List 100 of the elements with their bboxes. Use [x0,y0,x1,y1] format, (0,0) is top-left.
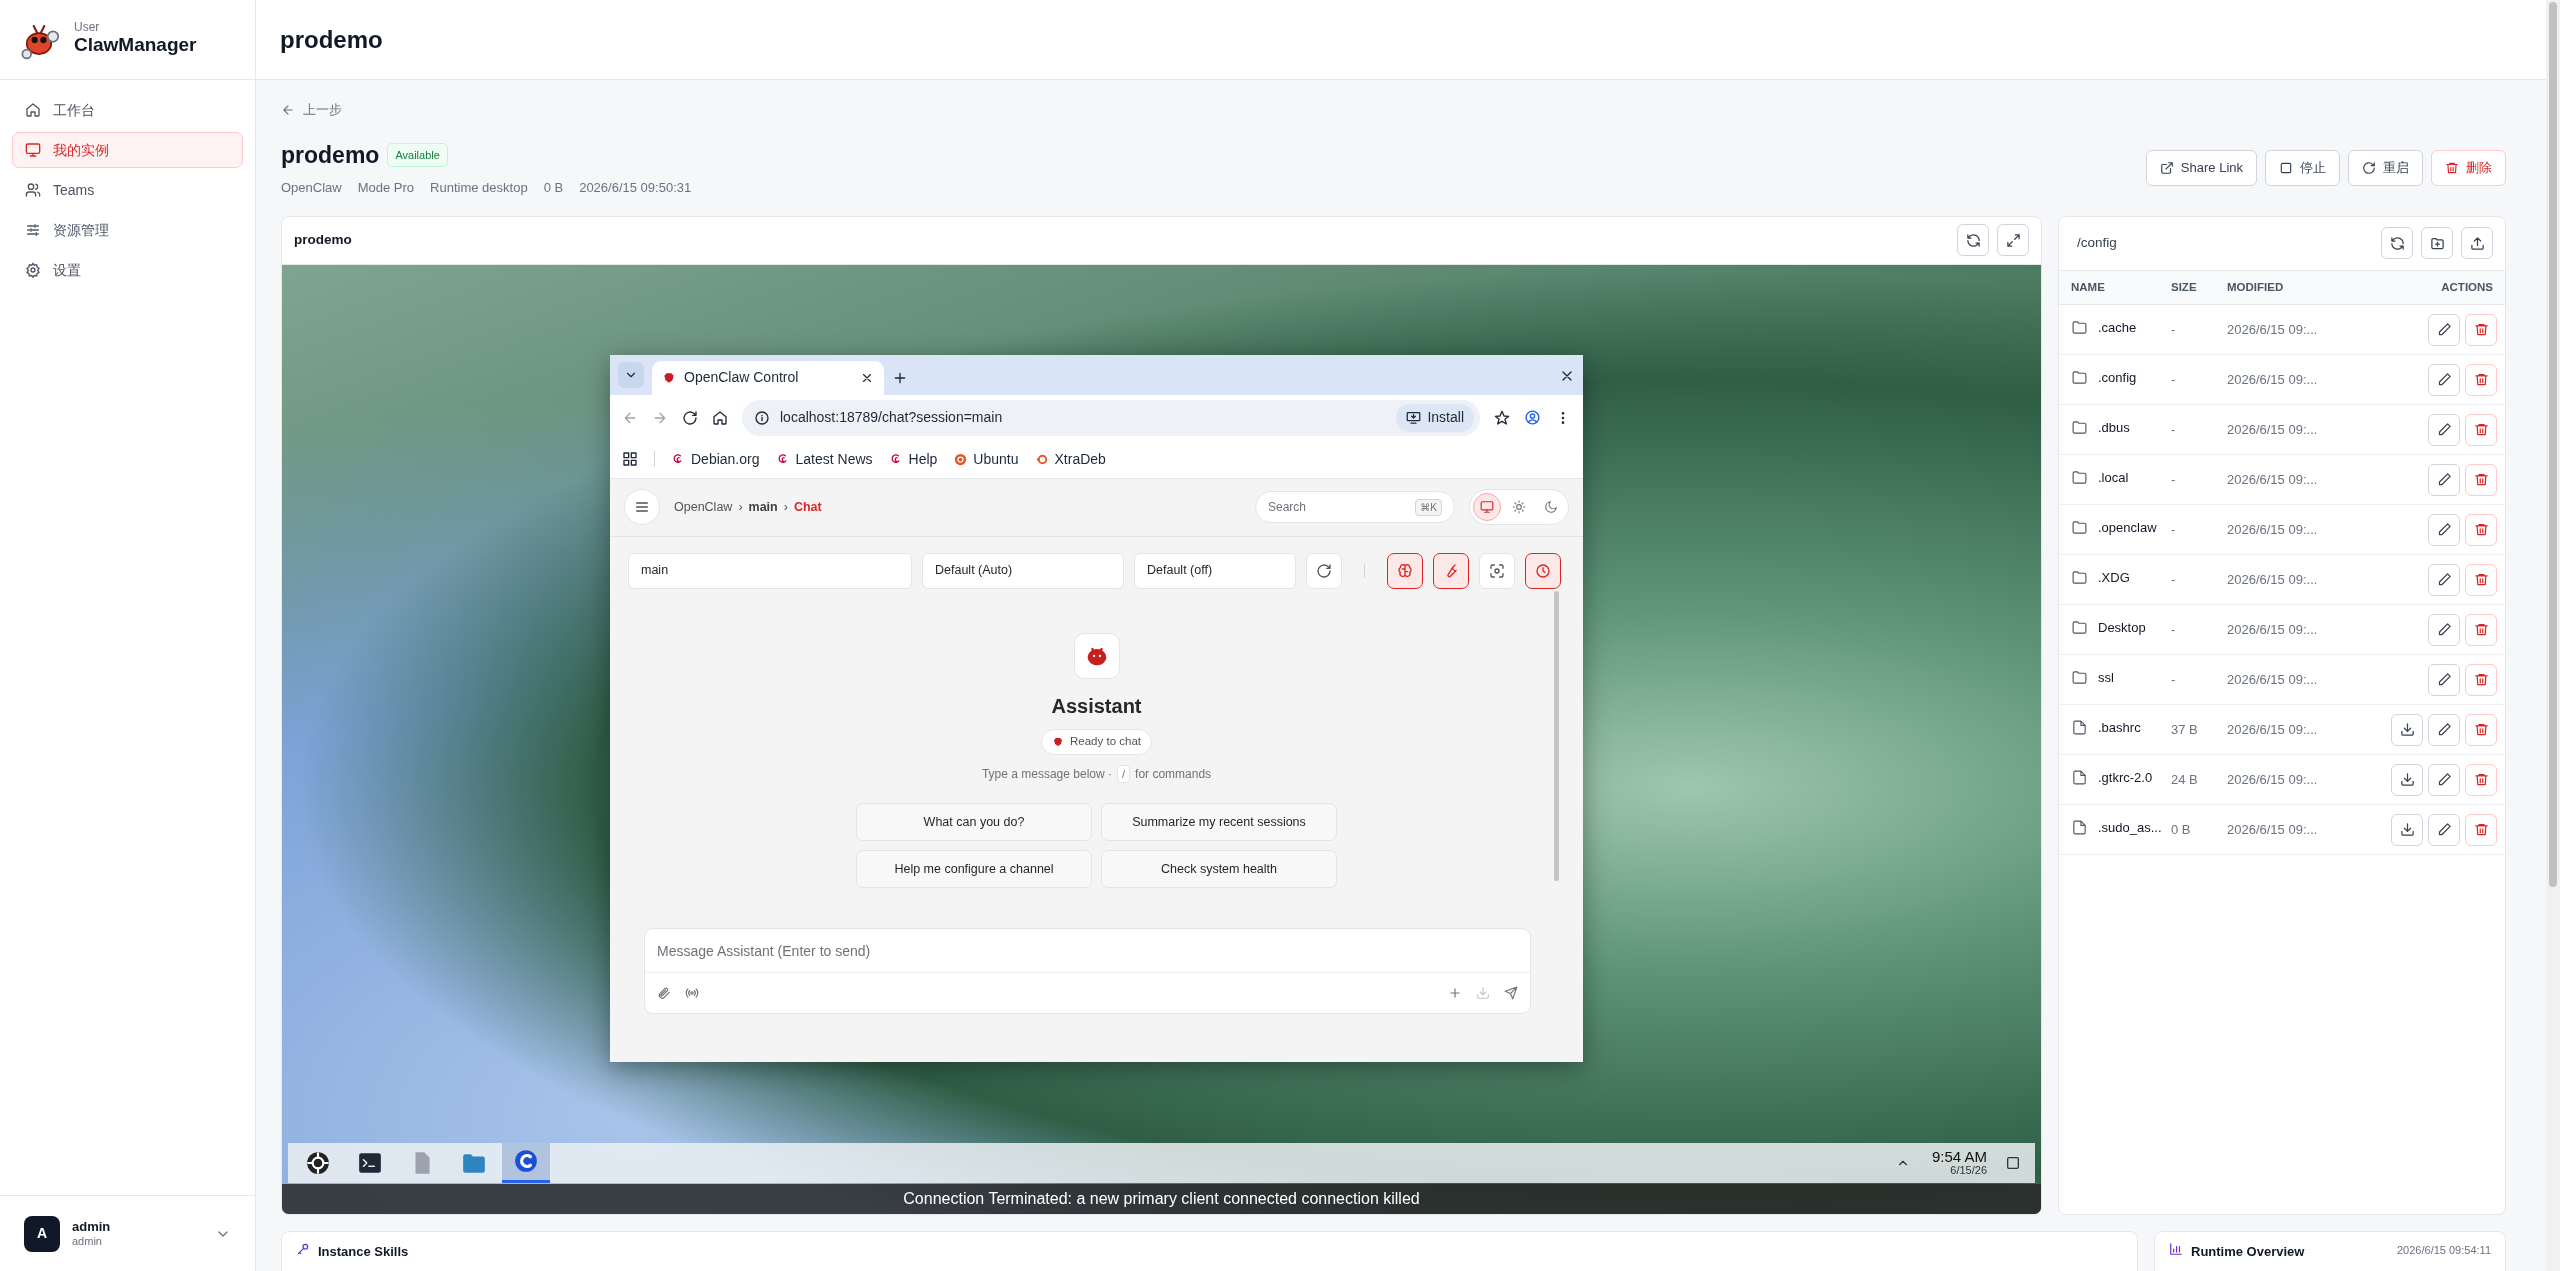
menu-button[interactable] [624,489,660,525]
sidebar-item[interactable]: 工作台 [12,92,243,128]
column-header: SIZE [2171,270,2227,305]
search-field[interactable]: Search ⌘K [1255,491,1455,523]
upload-button[interactable] [2461,227,2493,259]
rename-button[interactable] [2428,363,2460,396]
browser-tab[interactable]: OpenClaw Control [652,360,884,395]
download-button[interactable] [2391,813,2423,846]
share-button[interactable]: Share Link [2145,149,2257,186]
refresh-button[interactable] [1957,224,1989,256]
delete-button[interactable] [2465,663,2497,696]
file-name: .local [2098,468,2129,487]
bookmark-link[interactable]: Help [888,448,938,470]
file-size: - [2171,571,2176,587]
message-composer[interactable]: Message Assistant (Enter to send) [644,928,1531,1014]
rename-button[interactable] [2428,563,2460,596]
restart-button[interactable]: 重启 [2348,149,2423,186]
slash-key: / [1117,764,1131,783]
delete-button[interactable] [2465,763,2497,796]
theme-toggle[interactable] [1473,493,1501,521]
rename-button[interactable] [2428,513,2460,546]
tool-toggle[interactable] [1387,552,1423,589]
star-icon [1494,409,1510,426]
delete-button[interactable]: 删除 [2431,149,2506,186]
key-icon [296,1241,310,1256]
file-name: .config [2098,368,2137,387]
brain-icon [1397,562,1413,579]
bookmark-link[interactable]: XtraDeb [1034,448,1106,470]
refresh-icon [2389,235,2405,251]
instance-meta: 2026/6/15 09:50:31 [579,179,692,197]
pencil-icon [2436,822,2452,837]
new-folder-button[interactable] [2421,227,2453,259]
apps-button[interactable] [622,451,638,467]
sliders-icon [25,222,41,238]
taskbar-app[interactable] [502,1142,550,1183]
suggestion-button[interactable]: Help me configure a channel [856,850,1092,888]
bookmark-link[interactable]: Debian.org [671,448,760,470]
suggestion-button[interactable]: Summarize my recent sessions [1101,803,1337,841]
delete-button[interactable] [2465,413,2497,446]
select-field[interactable]: Default (off) [1134,552,1296,589]
file-modified: 2026/6/15 09:... [2227,571,2318,587]
focus-frame-icon [1489,562,1505,579]
reload-button[interactable] [682,409,698,426]
send-button[interactable] [1504,986,1518,1000]
bookmark-link[interactable]: Ubuntu [953,448,1019,470]
attach-button[interactable] [657,986,671,1000]
stop-button[interactable]: 停止 [2265,149,2340,186]
tool-toggle[interactable] [1525,552,1561,589]
delete-button[interactable] [2465,463,2497,496]
bookmark-star-button[interactable] [1494,409,1510,426]
column-header: ACTIONS [2349,270,2505,305]
show-desktop-button[interactable] [2005,1154,2021,1171]
delete-button[interactable] [2465,713,2497,746]
sidebar-item[interactable]: 设置 [12,252,243,288]
sidebar-item[interactable]: Teams [12,172,243,208]
instance-meta: Mode Pro [357,179,415,197]
rename-button[interactable] [2428,713,2460,746]
rename-button[interactable] [2428,613,2460,646]
download-button[interactable] [2391,713,2423,746]
delete-button[interactable] [2465,363,2497,396]
home-button[interactable] [712,409,728,426]
sidebar-item[interactable]: 我的实例 [12,132,243,168]
sidebar-item[interactable]: 资源管理 [12,212,243,248]
delete-button[interactable] [2465,563,2497,596]
suggestion-button[interactable]: Check system health [1101,850,1337,888]
delete-button[interactable] [2465,513,2497,546]
delete-button[interactable] [2465,813,2497,846]
rename-button[interactable] [2428,763,2460,796]
rename-button[interactable] [2428,813,2460,846]
rename-button[interactable] [2428,313,2460,346]
rename-button[interactable] [2428,413,2460,446]
profile-button[interactable] [1524,409,1541,426]
download-button[interactable] [2391,763,2423,796]
bookmark-link[interactable]: Latest News [775,448,873,470]
voice-button[interactable] [685,986,699,1000]
download-icon [1476,986,1490,1000]
message-input[interactable]: Message Assistant (Enter to send) [645,929,1530,973]
pencil-icon [2436,622,2452,637]
delete-button[interactable] [2465,313,2497,346]
install-button[interactable]: Install [1396,403,1474,432]
refresh-button[interactable] [2381,227,2413,259]
select-field[interactable]: main [628,552,912,589]
refresh-button[interactable] [1306,552,1342,589]
file-size: 0 B [2171,821,2191,837]
back-link[interactable]: 上一步 [281,100,342,120]
fullscreen-button[interactable] [1997,224,2029,256]
select-field[interactable]: Default (Auto) [922,552,1124,589]
breadcrumb-separator: › [738,498,743,516]
tool-toggle[interactable] [1433,552,1469,589]
moon-icon [1544,500,1558,514]
rename-button[interactable] [2428,663,2460,696]
suggestion-button[interactable]: What can you do? [856,803,1092,841]
rename-button[interactable] [2428,463,2460,496]
file-modified: 2026/6/15 09:... [2227,771,2318,787]
delete-button[interactable] [2465,613,2497,646]
square-icon [2005,1154,2021,1171]
trash-icon [2473,372,2489,387]
folder-icon [2071,568,2088,586]
instance-meta: Runtime desktop [430,179,528,197]
tab-title: OpenClaw Control [684,368,800,387]
